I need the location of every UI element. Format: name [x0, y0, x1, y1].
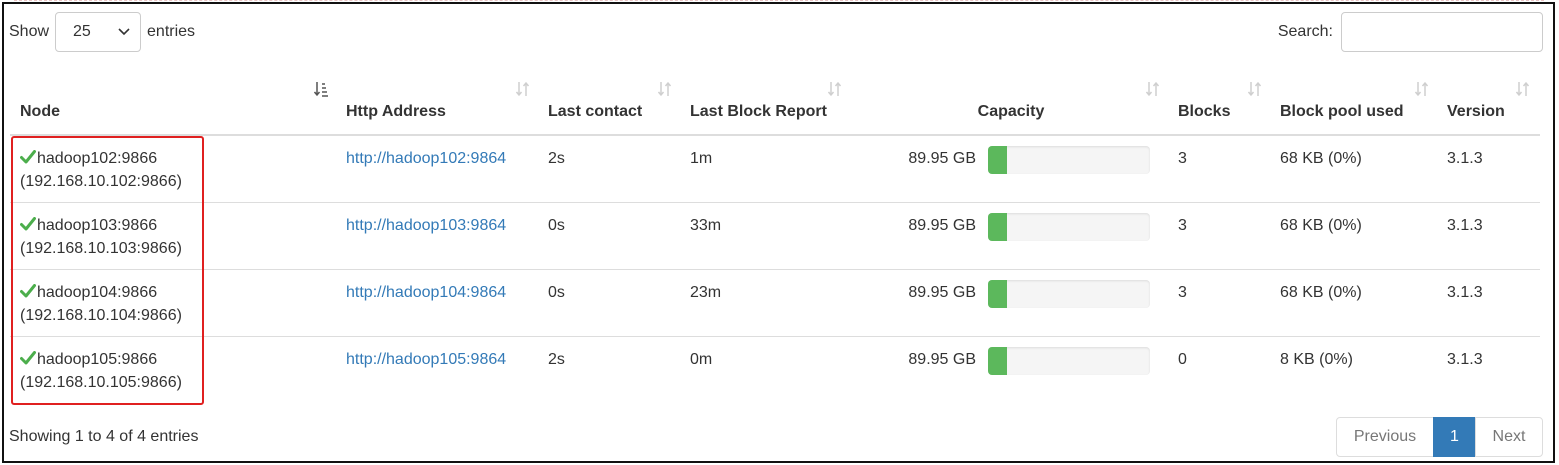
last-block-report-cell: 1m: [690, 150, 713, 167]
capacity-bar-fill: [988, 346, 1008, 375]
http-address-link[interactable]: http://hadoop104:9864: [346, 284, 506, 301]
entries-per-page-select[interactable]: 25: [55, 12, 142, 52]
column-header-label: Last contact: [548, 103, 643, 120]
sort-icon: [1146, 81, 1160, 97]
version-cell: 3.1.3: [1447, 150, 1483, 167]
last-contact-cell: 0s: [540, 268, 682, 336]
http-address-cell: http://hadoop102:9864: [338, 135, 540, 202]
column-header-label: Block pool used: [1280, 103, 1404, 120]
block-pool-used-cell: 68 KB (0%): [1280, 150, 1362, 167]
column-header[interactable]: Capacity: [852, 68, 1170, 136]
last-contact-cell: 0s: [540, 201, 682, 269]
capacity-bar: [988, 146, 1150, 174]
datanode-table: Node Http Address Last contact Last Block R…: [10, 68, 1540, 403]
length-control: Show 25 entries: [9, 12, 195, 52]
entries-per-page-value: 25: [73, 23, 91, 40]
capacity-bar-fill: [988, 146, 1008, 174]
node-column-highlight-box: [11, 136, 204, 405]
block-pool-used-cell: 68 KB (0%): [1272, 201, 1439, 269]
column-header[interactable]: Last Block Report: [682, 68, 852, 136]
block-pool-used-cell: 8 KB (0%): [1272, 335, 1439, 403]
header-row: Node Http Address Last contact Last Block R…: [10, 68, 1540, 136]
http-address-cell: http://hadoop105:9864: [338, 335, 540, 403]
search-control: Search:: [1278, 12, 1543, 52]
sort-asc-icon: [314, 82, 328, 97]
http-address-link[interactable]: http://hadoop103:9864: [346, 217, 506, 234]
column-header[interactable]: Version: [1439, 68, 1540, 136]
table-row: hadoop104:9866 (192.168.10.104:9866) http:…: [10, 268, 1540, 336]
last-block-report-cell: 33m: [682, 201, 852, 269]
last-block-report-cell: 0m: [682, 335, 852, 403]
capacity-cell: 89.95 GB: [852, 335, 1170, 403]
search-label: Search:: [1277, 23, 1333, 40]
entries-label: entries: [147, 23, 196, 40]
last-block-report-cell: 23m: [682, 268, 852, 336]
http-address-cell: http://hadoop104:9864: [338, 268, 540, 336]
column-header-label: Version: [1447, 103, 1505, 120]
capacity-text: 89.95 GB: [908, 283, 976, 301]
capacity-bar: [988, 279, 1150, 308]
pagination: Previous 1 Next: [1336, 417, 1543, 457]
capacity-cell: 89.95 GB: [852, 201, 1170, 269]
column-header-label: Capacity: [977, 103, 1045, 120]
column-header-label: Last Block Report: [690, 103, 827, 120]
blocks-cell: 3: [1170, 268, 1272, 336]
blocks-cell: 0: [1170, 335, 1272, 403]
table-row: hadoop103:9866 (192.168.10.103:9866) http:…: [10, 201, 1540, 269]
column-header[interactable]: Last contact: [540, 68, 682, 136]
version-cell: 3.1.3: [1439, 335, 1540, 403]
version-cell: 3.1.3: [1439, 268, 1540, 336]
blocks-cell: 3: [1178, 150, 1187, 167]
sort-icon: [828, 81, 842, 97]
sort-icon: [516, 81, 530, 97]
capacity-cell: 89.95 GB: [852, 268, 1170, 336]
column-header-label: Http Address: [346, 103, 446, 120]
table-info: Showing 1 to 4 of 4 entries: [9, 428, 199, 445]
page-1-button[interactable]: 1: [1433, 417, 1476, 457]
http-address-link[interactable]: http://hadoop102:9864: [346, 150, 506, 167]
sort-icon: [1248, 81, 1262, 97]
capacity-cell: 89.95 GB: [852, 135, 1170, 202]
capacity-bar-fill: [988, 279, 1008, 308]
capacity-bar: [988, 346, 1150, 375]
blocks-cell: 3: [1170, 201, 1272, 269]
previous-page-button[interactable]: Previous: [1336, 417, 1434, 457]
column-header[interactable]: Block pool used: [1272, 68, 1439, 136]
table-body: hadoop102:9866 (192.168.10.102:9866) http:…: [10, 135, 1540, 403]
top-dashed-line: [14, 0, 1544, 1]
sort-icon: [1415, 81, 1429, 97]
column-header[interactable]: Node: [10, 68, 338, 136]
column-header[interactable]: Blocks: [1170, 68, 1272, 136]
column-header-label: Node: [20, 103, 60, 120]
next-page-button[interactable]: Next: [1475, 417, 1543, 457]
capacity-bar: [988, 212, 1150, 241]
table-row: hadoop105:9866 (192.168.10.105:9866) http:…: [10, 335, 1540, 403]
capacity-text: 89.95 GB: [908, 150, 976, 167]
http-address-link[interactable]: http://hadoop105:9864: [346, 351, 506, 368]
table-row: hadoop102:9866 (192.168.10.102:9866) http:…: [10, 135, 1540, 202]
show-label: Show: [9, 23, 50, 40]
last-contact-cell: 2s: [548, 150, 565, 167]
last-contact-cell: 2s: [540, 335, 682, 403]
column-header[interactable]: Http Address: [338, 68, 540, 136]
block-pool-used-cell: 68 KB (0%): [1272, 268, 1439, 336]
sort-icon: [1516, 81, 1530, 97]
search-input[interactable]: [1341, 12, 1543, 52]
capacity-bar-fill: [988, 212, 1008, 241]
column-header-label: Blocks: [1178, 103, 1231, 120]
capacity-text: 89.95 GB: [908, 216, 976, 234]
sort-icon: [658, 81, 672, 97]
http-address-cell: http://hadoop103:9864: [338, 201, 540, 269]
chevron-down-icon: [118, 28, 130, 36]
capacity-text: 89.95 GB: [908, 350, 976, 368]
version-cell: 3.1.3: [1439, 201, 1540, 269]
